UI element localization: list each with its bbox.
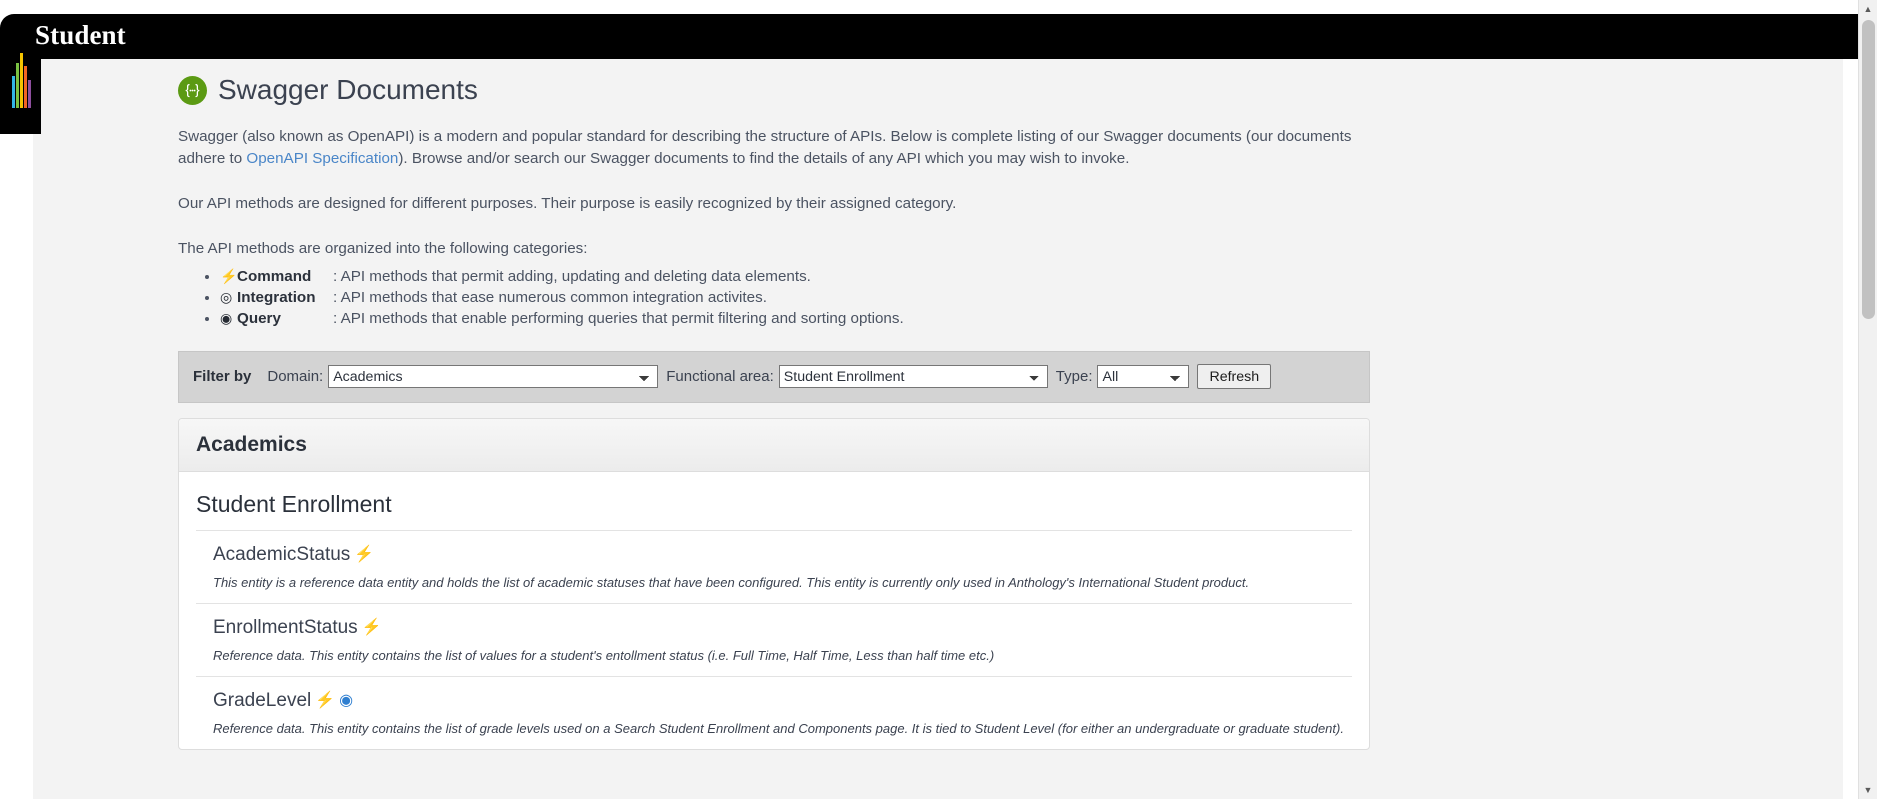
entity-name-row: GradeLevel ⚡ ◉ [213, 690, 1352, 712]
query-badge-icon: ◉ [339, 691, 354, 709]
category-desc-command: : API methods that permit adding, updati… [333, 267, 811, 285]
page-title: Swagger Documents [218, 74, 478, 105]
eye-icon: ◉ [220, 309, 233, 326]
logo-bar-purple [27, 80, 31, 108]
category-desc-integration: : API methods that ease numerous common … [333, 288, 767, 306]
functional-area-select[interactable]: Student Enrollment [778, 365, 1048, 389]
swagger-icon [178, 75, 207, 105]
results-panel-header: Academics [179, 418, 1369, 472]
logo-bar-green [15, 63, 19, 108]
entity-name-row: EnrollmentStatus ⚡ [213, 617, 1352, 639]
intro-paragraph-2: Our API methods are designed for differe… [178, 194, 957, 212]
command-badge-icon: ⚡ [361, 618, 382, 636]
intro-paragraph-1: Swagger (also known as OpenAPI) is a mod… [178, 126, 1370, 170]
category-item-query: ◉Query : API methods that enable performi… [220, 308, 1370, 329]
type-label: Type: [1055, 368, 1093, 386]
results-panel-body: Student Enrollment AcademicStatus ⚡ This… [179, 472, 1369, 749]
command-badge-icon: ⚡ [354, 545, 375, 563]
main-content: Swagger Documents Swagger (also known as… [33, 59, 1843, 799]
scrollbar-thumb[interactable] [1862, 20, 1875, 319]
page-root: Student Swagger Documents Swagger (also … [0, 0, 1877, 799]
entity-description: This entity is a reference data entity a… [213, 574, 1250, 590]
entity-name[interactable]: GradeLevel [213, 690, 311, 712]
entity-row[interactable]: EnrollmentStatus ⚡ Reference data. This … [196, 602, 1352, 676]
entity-row[interactable]: GradeLevel ⚡ ◉ Reference data. This enti… [196, 675, 1352, 749]
app-title: Student [35, 20, 126, 50]
entity-description: Reference data. This entity contains the… [213, 720, 1344, 736]
filter-by-label: Filter by [193, 368, 252, 386]
anthology-logo [8, 28, 34, 108]
filter-bar: Filter by Domain: Academics Functional a… [178, 350, 1370, 403]
domain-label: Domain: [267, 368, 324, 386]
target-circle-icon: ◎ [220, 288, 233, 305]
results-panel: Academics Student Enrollment AcademicSta… [178, 417, 1370, 750]
domain-select[interactable]: Academics [328, 365, 659, 389]
entity-name[interactable]: EnrollmentStatus [213, 617, 358, 639]
intro-paragraph-3: The API methods are organized into the f… [178, 239, 588, 257]
type-select[interactable]: All [1097, 365, 1190, 389]
entity-name[interactable]: AcademicStatus [213, 544, 350, 566]
logo-bar-blue [11, 76, 15, 108]
entity-row[interactable]: AcademicStatus ⚡ This entity is a refere… [196, 529, 1352, 603]
category-name-integration: Integration [237, 288, 316, 306]
page-heading: Swagger Documents [178, 74, 1370, 106]
entity-name-row: AcademicStatus ⚡ [213, 544, 1352, 566]
domain-group-title: Academics [196, 432, 307, 456]
category-desc-query: : API methods that enable performing que… [333, 309, 904, 327]
scrollbar-down-arrow-icon[interactable]: ▼ [1859, 781, 1877, 799]
entity-description: Reference data. This entity contains the… [213, 647, 995, 663]
category-list: ⚡Command : API methods that permit adding… [178, 266, 1370, 329]
command-badge-icon: ⚡ [315, 691, 336, 709]
lightning-bolt-icon: ⚡ [220, 267, 238, 284]
category-name-query: Query [237, 309, 281, 327]
category-item-integration: ◎Integration : API methods that ease nume… [220, 287, 1370, 308]
category-name-command: Command [237, 267, 312, 285]
functional-area-label: Functional area: [666, 368, 774, 386]
logo-bar-yellow [19, 53, 23, 108]
functional-area-group-title: Student Enrollment [196, 490, 392, 517]
content-inner: Swagger Documents Swagger (also known as… [178, 74, 1370, 750]
intro-p1-text-after: ). Browse and/or search our Swagger docu… [398, 149, 1130, 167]
app-header-bar: Student [33, 14, 1877, 59]
refresh-button[interactable]: Refresh [1197, 364, 1272, 390]
scrollbar-up-arrow-icon[interactable]: ▲ [1859, 0, 1877, 18]
page-scrollbar[interactable]: ▲ ▼ [1858, 0, 1877, 799]
category-item-command: ⚡Command : API methods that permit adding… [220, 266, 1370, 287]
openapi-specification-link[interactable]: OpenAPI Specification [246, 150, 398, 167]
logo-bar-orange [23, 66, 27, 108]
